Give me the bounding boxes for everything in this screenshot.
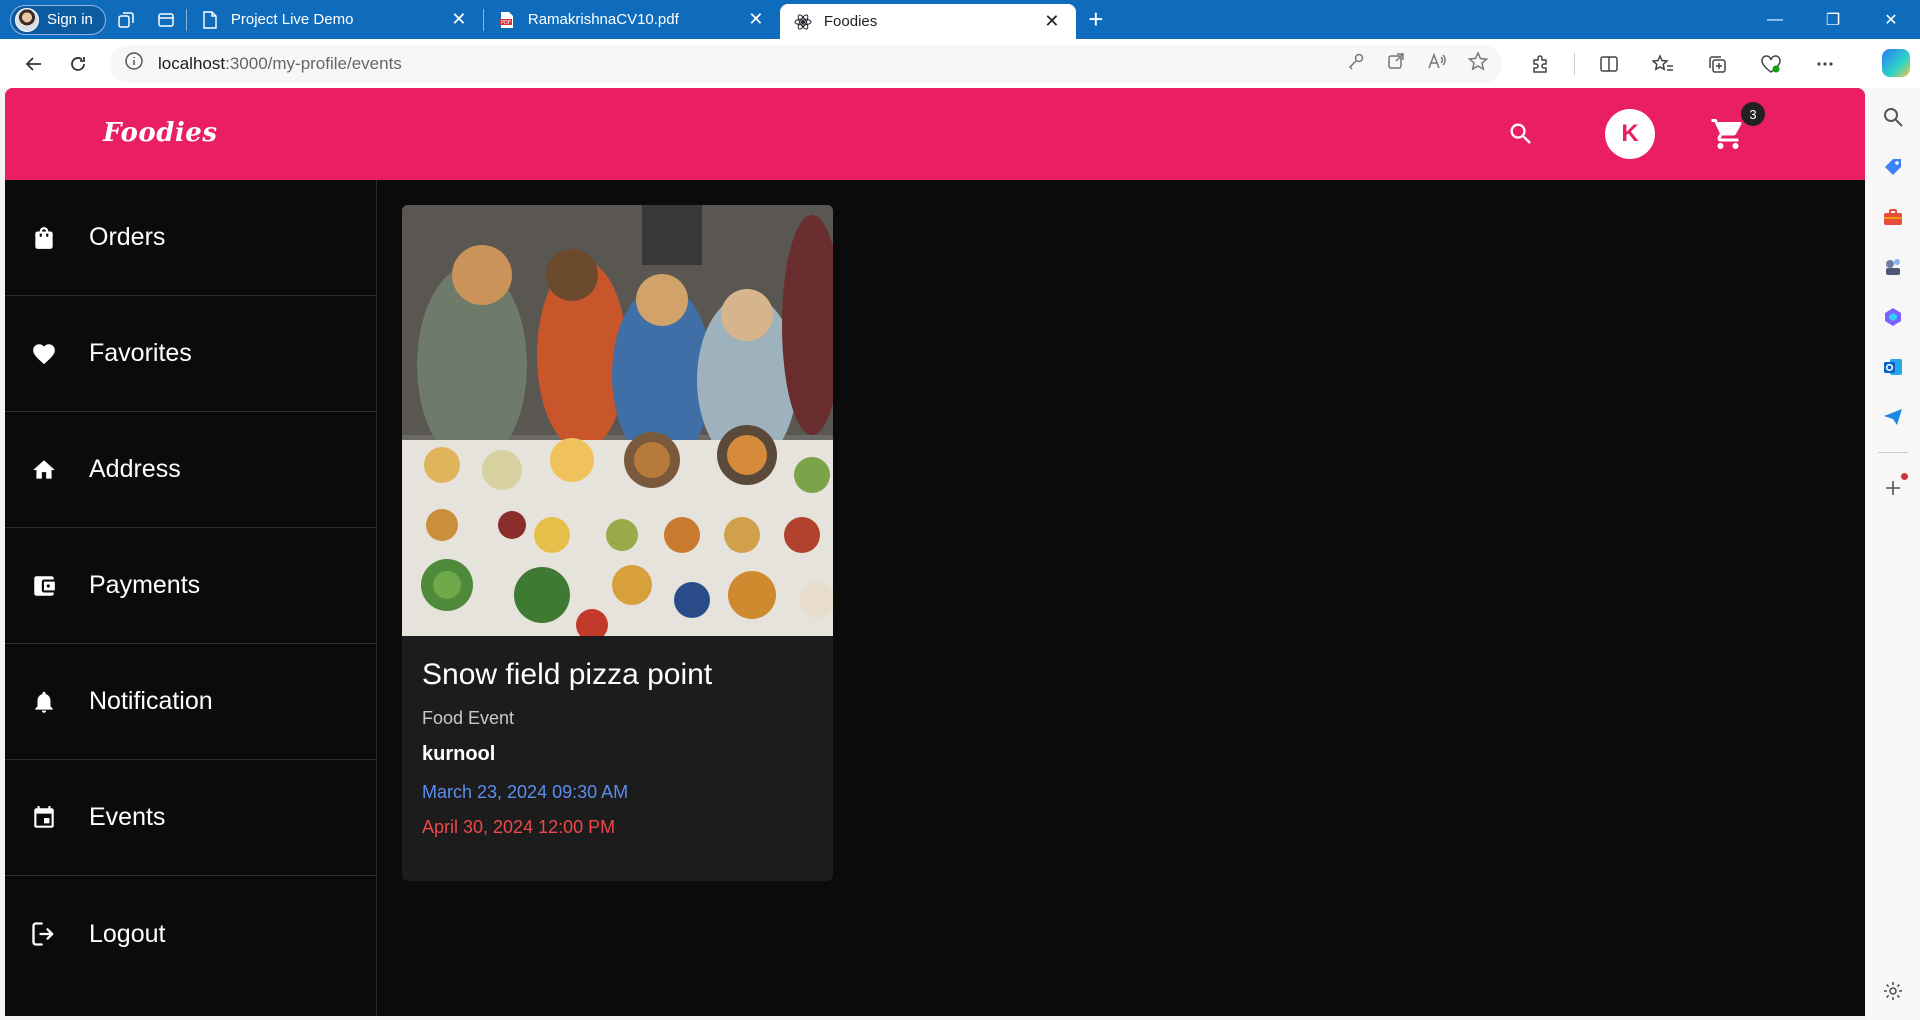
tab-title: RamakrishnaCV10.pdf	[527, 11, 679, 28]
send-icon[interactable]	[1878, 402, 1908, 432]
profile-avatar	[15, 7, 39, 32]
sidebar-item-favorites[interactable]: Favorites	[5, 296, 376, 412]
outlook-icon[interactable]	[1878, 352, 1908, 382]
calendar-icon	[29, 803, 59, 833]
page-viewport: Foodies K 3 Orders Favorites Address Pay…	[5, 88, 1865, 1016]
restore-icon[interactable]: ❐	[1804, 0, 1862, 39]
sidebar-item-address[interactable]: Address	[5, 412, 376, 528]
more-menu-icon[interactable]	[1805, 44, 1845, 84]
new-tab-plus-icon[interactable]: +	[1076, 0, 1116, 39]
open-in-app-icon[interactable]	[1386, 51, 1406, 76]
react-icon	[794, 13, 812, 31]
split-screen-icon[interactable]	[1589, 44, 1629, 84]
event-location: kurnool	[422, 743, 496, 765]
search-icon[interactable]	[1507, 120, 1535, 153]
games-icon[interactable]	[1878, 252, 1908, 282]
window-close-icon[interactable]: ✕	[1862, 0, 1920, 39]
workspaces-icon[interactable]	[106, 0, 146, 39]
tab-project-live-demo[interactable]: Project Live Demo ✕	[187, 0, 483, 39]
address-bar[interactable]: localhost:3000/my-profile/events	[110, 44, 1502, 83]
browser-toolbar: localhost:3000/my-profile/events	[0, 39, 1920, 88]
pdf-icon: PDF	[498, 11, 516, 29]
tab-actions-icon[interactable]	[146, 0, 186, 39]
profile-sign-in-button[interactable]: Sign in	[10, 4, 106, 35]
favorites-list-icon[interactable]	[1643, 44, 1683, 84]
add-sidebar-app-icon[interactable]	[1878, 473, 1908, 503]
extensions-icon[interactable]	[1520, 44, 1560, 84]
sidebar-item-orders[interactable]: Orders	[5, 180, 376, 296]
profile-sidebar: Orders Favorites Address Payments Notifi…	[5, 180, 377, 1016]
toolbar-separator	[1574, 52, 1575, 75]
sidebar-item-logout[interactable]: Logout	[5, 876, 376, 992]
svg-text:PDF: PDF	[501, 20, 511, 26]
app-header: Foodies K 3	[5, 88, 1865, 180]
sidebar-separator	[1878, 452, 1908, 453]
sidebar-item-label: Payments	[89, 571, 201, 599]
minimize-icon[interactable]: —	[1746, 0, 1804, 39]
collections-icon[interactable]	[1697, 44, 1737, 84]
sidebar-item-events[interactable]: Events	[5, 760, 376, 876]
microsoft-365-icon[interactable]	[1878, 302, 1908, 332]
browser-tab-strip: Sign in Project Live Demo ✕ PDF Ramakris…	[0, 0, 1920, 39]
user-avatar[interactable]: K	[1605, 109, 1655, 159]
wallet-icon	[29, 571, 59, 601]
sidebar-item-label: Events	[89, 803, 166, 831]
url-path: :3000/my-profile/events	[225, 53, 402, 73]
notification-dot	[1901, 473, 1908, 480]
sidebar-search-icon[interactable]	[1878, 102, 1908, 132]
edge-sidebar	[1866, 88, 1920, 1020]
bell-icon	[29, 687, 59, 717]
home-icon	[29, 455, 59, 485]
browser-essentials-icon[interactable]	[1751, 44, 1791, 84]
event-start-datetime: March 23, 2024 09:30 AM	[422, 782, 629, 802]
events-content: Snow field pizza point Food Event kurnoo…	[378, 180, 1865, 1016]
page-icon	[201, 10, 219, 29]
window-controls: — ❐ ✕	[1746, 0, 1920, 39]
copilot-icon[interactable]	[1882, 49, 1910, 77]
close-icon[interactable]: ✕	[1042, 11, 1062, 32]
url-text[interactable]: localhost:3000/my-profile/events	[158, 54, 1346, 74]
refresh-icon[interactable]	[56, 42, 100, 86]
site-info-icon[interactable]	[124, 51, 144, 76]
sidebar-item-label: Logout	[89, 919, 166, 948]
back-arrow-icon[interactable]	[12, 42, 56, 86]
event-title: Snow field pizza point	[422, 658, 713, 691]
event-type: Food Event	[422, 708, 515, 728]
logout-icon	[29, 919, 59, 949]
favorite-star-icon[interactable]	[1467, 51, 1489, 76]
sidebar-item-payments[interactable]: Payments	[5, 528, 376, 644]
url-host: localhost	[158, 53, 226, 73]
close-icon[interactable]: ✕	[746, 9, 766, 30]
event-end-datetime: April 30, 2024 12:00 PM	[422, 817, 616, 837]
sidebar-item-notification[interactable]: Notification	[5, 644, 376, 760]
tab-title: Foodies	[823, 13, 878, 30]
shopping-bag-icon	[29, 223, 59, 253]
profile-sign-in-label: Sign in	[47, 11, 93, 28]
cart-icon[interactable]	[1710, 116, 1746, 157]
event-card[interactable]: Snow field pizza point Food Event kurnoo…	[402, 205, 833, 881]
tab-title: Project Live Demo	[230, 11, 354, 28]
read-aloud-icon[interactable]	[1426, 51, 1448, 76]
foodies-logo[interactable]: Foodies	[103, 118, 217, 148]
sidebar-item-label: Orders	[89, 223, 166, 251]
sidebar-item-label: Address	[89, 455, 181, 483]
shopping-tag-icon[interactable]	[1878, 152, 1908, 182]
sidebar-item-label: Favorites	[89, 339, 192, 367]
tab-cv-pdf[interactable]: PDF RamakrishnaCV10.pdf ✕	[484, 0, 780, 39]
event-image	[402, 205, 833, 636]
heart-icon	[29, 339, 59, 369]
key-icon[interactable]	[1346, 51, 1366, 76]
cart-count-badge: 3	[1741, 102, 1765, 126]
tools-briefcase-icon[interactable]	[1878, 202, 1908, 232]
close-icon[interactable]: ✕	[449, 9, 469, 30]
sidebar-settings-icon[interactable]	[1878, 976, 1908, 1006]
tab-foodies[interactable]: Foodies ✕	[779, 4, 1076, 39]
sidebar-item-label: Notification	[89, 687, 213, 715]
